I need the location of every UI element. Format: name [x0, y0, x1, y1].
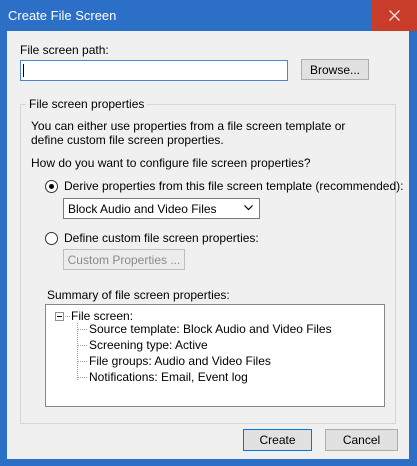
title-bar[interactable]: Create File Screen — [0, 0, 417, 31]
derive-radio[interactable] — [45, 179, 58, 193]
tree-item-notifications[interactable]: Notifications: Email, Event log — [89, 370, 248, 384]
window-title: Create File Screen — [8, 8, 117, 23]
summary-tree[interactable]: File screen: Source template: Block Audi… — [45, 304, 385, 407]
derive-from-template-option[interactable]: Derive properties from this file screen … — [45, 179, 403, 193]
tree-item-file-groups[interactable]: File groups: Audio and Video Files — [89, 354, 271, 368]
template-select[interactable]: Block Audio and Video Files — [63, 198, 260, 219]
tree-connector — [77, 329, 87, 330]
summary-label: Summary of file screen properties: — [47, 288, 230, 302]
close-icon — [388, 10, 400, 21]
configure-question: How do you want to configure file screen… — [31, 156, 311, 170]
derive-radio-label: Derive properties from this file screen … — [64, 179, 404, 193]
text-caret — [23, 64, 24, 77]
close-button[interactable] — [371, 0, 417, 31]
tree-item-source-template[interactable]: Source template: Block Audio and Video F… — [89, 322, 332, 336]
create-file-screen-window: Create File Screen File screen path: Bro… — [0, 0, 417, 466]
tree-item-screening-type[interactable]: Screening type: Active — [89, 338, 208, 352]
custom-radio-label: Define custom file screen properties: — [64, 231, 259, 245]
tree-connector — [77, 377, 87, 378]
define-custom-option[interactable]: Define custom file screen properties: — [45, 231, 259, 245]
chevron-down-icon — [244, 205, 253, 211]
cancel-button[interactable]: Cancel — [325, 429, 398, 451]
dialog-body: File screen path: Browse... File screen … — [7, 31, 409, 459]
tree-connector — [65, 316, 70, 317]
custom-properties-button[interactable]: Custom Properties ... — [63, 249, 185, 270]
tree-connector — [77, 323, 78, 380]
collapse-icon[interactable] — [55, 312, 64, 321]
file-screen-properties-group-label: File screen properties — [26, 97, 148, 111]
create-button[interactable]: Create — [243, 429, 312, 451]
tree-root[interactable]: File screen: — [71, 309, 133, 323]
browse-button[interactable]: Browse... — [301, 59, 369, 80]
properties-description: You can either use properties from a fil… — [31, 119, 346, 147]
tree-connector — [77, 361, 87, 362]
file-screen-path-label: File screen path: — [20, 43, 109, 57]
file-screen-path-input[interactable] — [20, 60, 288, 81]
template-select-value: Block Audio and Video Files — [68, 201, 217, 216]
tree-connector — [77, 345, 87, 346]
custom-radio[interactable] — [45, 231, 58, 245]
